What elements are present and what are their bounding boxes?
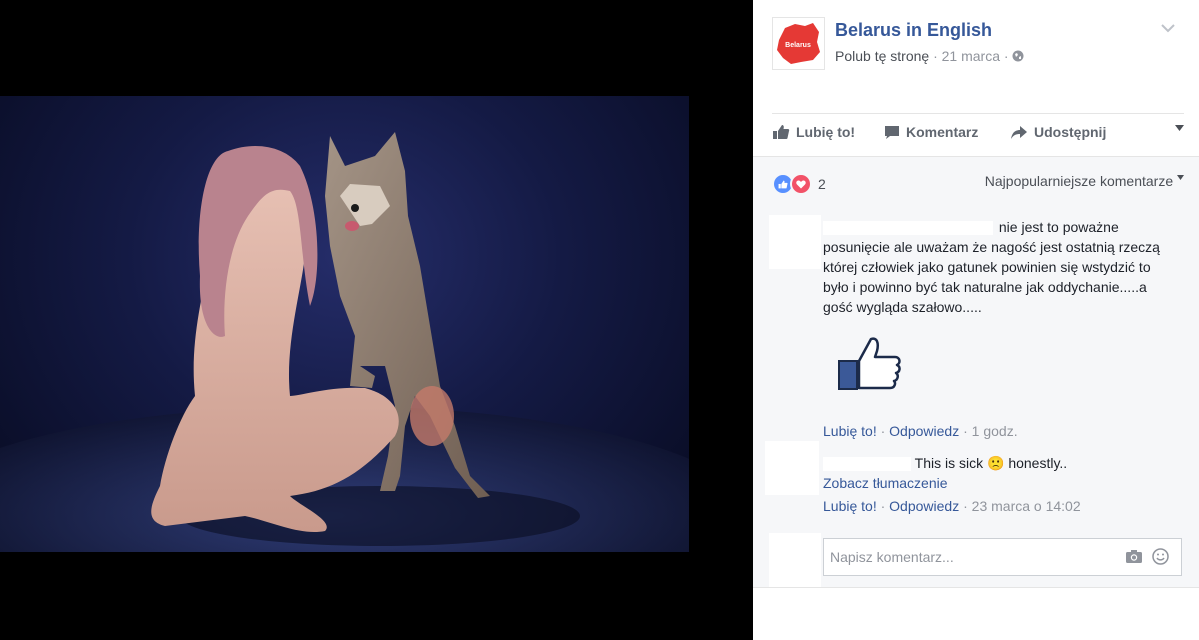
commenter-name[interactable] (823, 221, 993, 236)
reaction-count: 2 (818, 176, 826, 192)
comment-text: This is sick (914, 455, 984, 471)
comment-input[interactable] (828, 548, 1112, 566)
see-translation-link[interactable]: Zobacz tłumaczenie (823, 475, 948, 491)
comment-button[interactable]: Komentarz (884, 124, 978, 140)
share-menu-caret-icon[interactable] (1175, 122, 1184, 134)
commenter-avatar[interactable] (765, 441, 819, 495)
smiley-icon[interactable] (1152, 548, 1169, 565)
divider (772, 113, 1184, 114)
comment: This is sick 🙁 honestly.. Zobacz tłumacz… (823, 453, 1163, 493)
comment-reply-link[interactable]: Odpowiedz (889, 423, 959, 439)
commenter-name[interactable] (823, 457, 911, 472)
share-button[interactable]: Udostępnij (1010, 124, 1106, 140)
thumbs-up-sticker-icon (838, 337, 901, 390)
page-avatar[interactable]: Belarus (772, 17, 825, 70)
camera-icon[interactable] (1125, 549, 1143, 564)
caret-down-icon (1177, 175, 1184, 180)
comment-time[interactable]: 1 godz. (972, 423, 1018, 439)
meta-separator: · (933, 48, 938, 64)
comment-button-label: Komentarz (906, 124, 979, 140)
post-options-icon[interactable] (1161, 20, 1175, 38)
thumbs-up-sticker (837, 335, 903, 398)
like-button-label: Lubię to! (796, 124, 856, 140)
comment-icon (885, 125, 899, 139)
reaction-summary[interactable]: 2 (772, 173, 826, 195)
photo-illustration (0, 132, 689, 552)
comments-section: 2 Najpopularniejsze komentarze nie jest … (753, 156, 1199, 588)
comment-reply-link[interactable]: Odpowiedz (889, 498, 959, 514)
comment-like-link[interactable]: Lubię to! (823, 498, 877, 514)
sad-face-emoji: 🙁 (986, 455, 1005, 471)
page-name[interactable]: Belarus in English (835, 20, 992, 41)
share-icon (1011, 125, 1027, 139)
comment-like-link[interactable]: Lubię to! (823, 423, 877, 439)
comment-sort-dropdown[interactable]: Najpopularniejsze komentarze (985, 173, 1184, 189)
page-avatar-label: Belarus (785, 42, 811, 49)
comment-composer[interactable] (823, 538, 1182, 576)
like-page-link[interactable]: Polub tę stronę (835, 48, 929, 64)
thumbs-up-icon (773, 125, 790, 139)
globe-icon (1012, 50, 1024, 62)
belarus-map-logo: Belarus (777, 23, 820, 64)
photo-viewer (0, 0, 753, 640)
comment-time[interactable]: 23 marca o 14:02 (972, 498, 1081, 514)
like-button[interactable]: Lubię to! (772, 124, 855, 140)
comment-text-end: honestly.. (1008, 455, 1068, 471)
comment: nie jest to poważne posunięcie ale uważa… (823, 217, 1163, 317)
current-user-avatar (769, 533, 821, 587)
comment-actions: Lubię to! · Odpowiedz · 1 godz. (823, 423, 1018, 439)
comment-actions: Lubię to! · Odpowiedz · 23 marca o 14:02 (823, 498, 1081, 514)
love-reaction-icon (790, 173, 812, 195)
post-photo[interactable] (0, 96, 689, 552)
post-sidebar: Belarus Belarus in English Polub tę stro… (753, 0, 1199, 640)
commenter-avatar[interactable] (769, 215, 821, 269)
post-date[interactable]: 21 marca (942, 48, 1000, 64)
comment-sort-label: Najpopularniejsze komentarze (984, 173, 1174, 189)
post-meta: Polub tę stronę · 21 marca · (835, 48, 1024, 64)
meta-separator: · (1003, 48, 1009, 64)
share-button-label: Udostępnij (1034, 124, 1107, 140)
